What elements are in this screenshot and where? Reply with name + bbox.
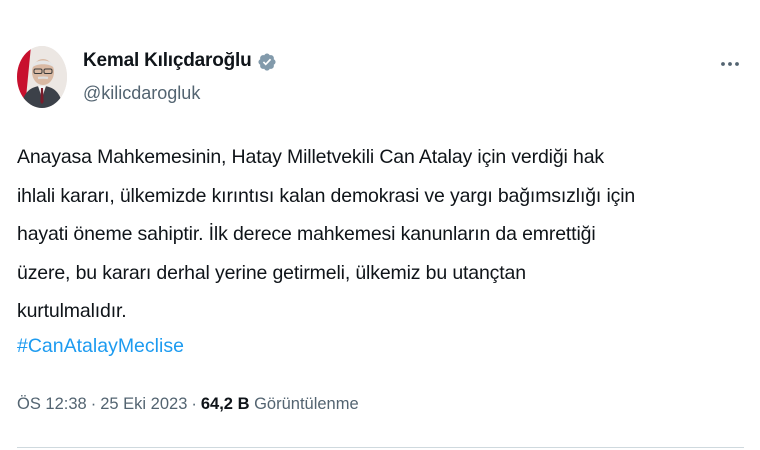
views-count: 64,2 B [200, 395, 250, 413]
tweet-text: Anayasa Mahkemesinin, Hatay Milletvekili… [17, 138, 739, 331]
tweet-text-line: Anayasa Mahkemesinin, Hatay Milletvekili… [17, 146, 604, 168]
avatar-image [17, 46, 67, 108]
tweet-text-line: hayati öneme sahiptir. İlk derece mahkem… [17, 223, 596, 245]
divider [17, 447, 744, 448]
hashtag-link[interactable]: #CanAtalayMeclise [17, 327, 184, 366]
tweet: Kemal Kılıçdaroğlu @kilicdarogluk Anayas… [0, 0, 760, 450]
tweet-time[interactable]: ÖS 12:38 [17, 395, 87, 413]
tweet-text-line: üzere, bu kararı derhal yerine getirmeli… [17, 261, 526, 284]
more-options-icon[interactable] [716, 55, 744, 73]
avatar[interactable] [17, 46, 67, 108]
author-name[interactable]: Kemal Kılıçdaroğlu [83, 50, 252, 72]
author-handle[interactable]: @kilicdarogluk [83, 83, 200, 104]
tweet-text-line: ihlali kararı, ülkemizde kırıntısı kalan… [17, 184, 636, 207]
meta-separator: · [191, 395, 197, 413]
views-label: Görüntülenme [254, 395, 359, 413]
tweet-date[interactable]: 25 Eki 2023 [100, 395, 187, 413]
tweet-meta: ÖS 12:38 · 25 Eki 2023 · 64,2 B Görüntülenme [17, 395, 359, 414]
tweet-text-line: kurtulmalıdır. [17, 300, 127, 322]
meta-separator: · [90, 395, 97, 413]
verified-badge-icon [257, 52, 277, 72]
author-name-row[interactable]: Kemal Kılıçdaroğlu [83, 50, 277, 72]
